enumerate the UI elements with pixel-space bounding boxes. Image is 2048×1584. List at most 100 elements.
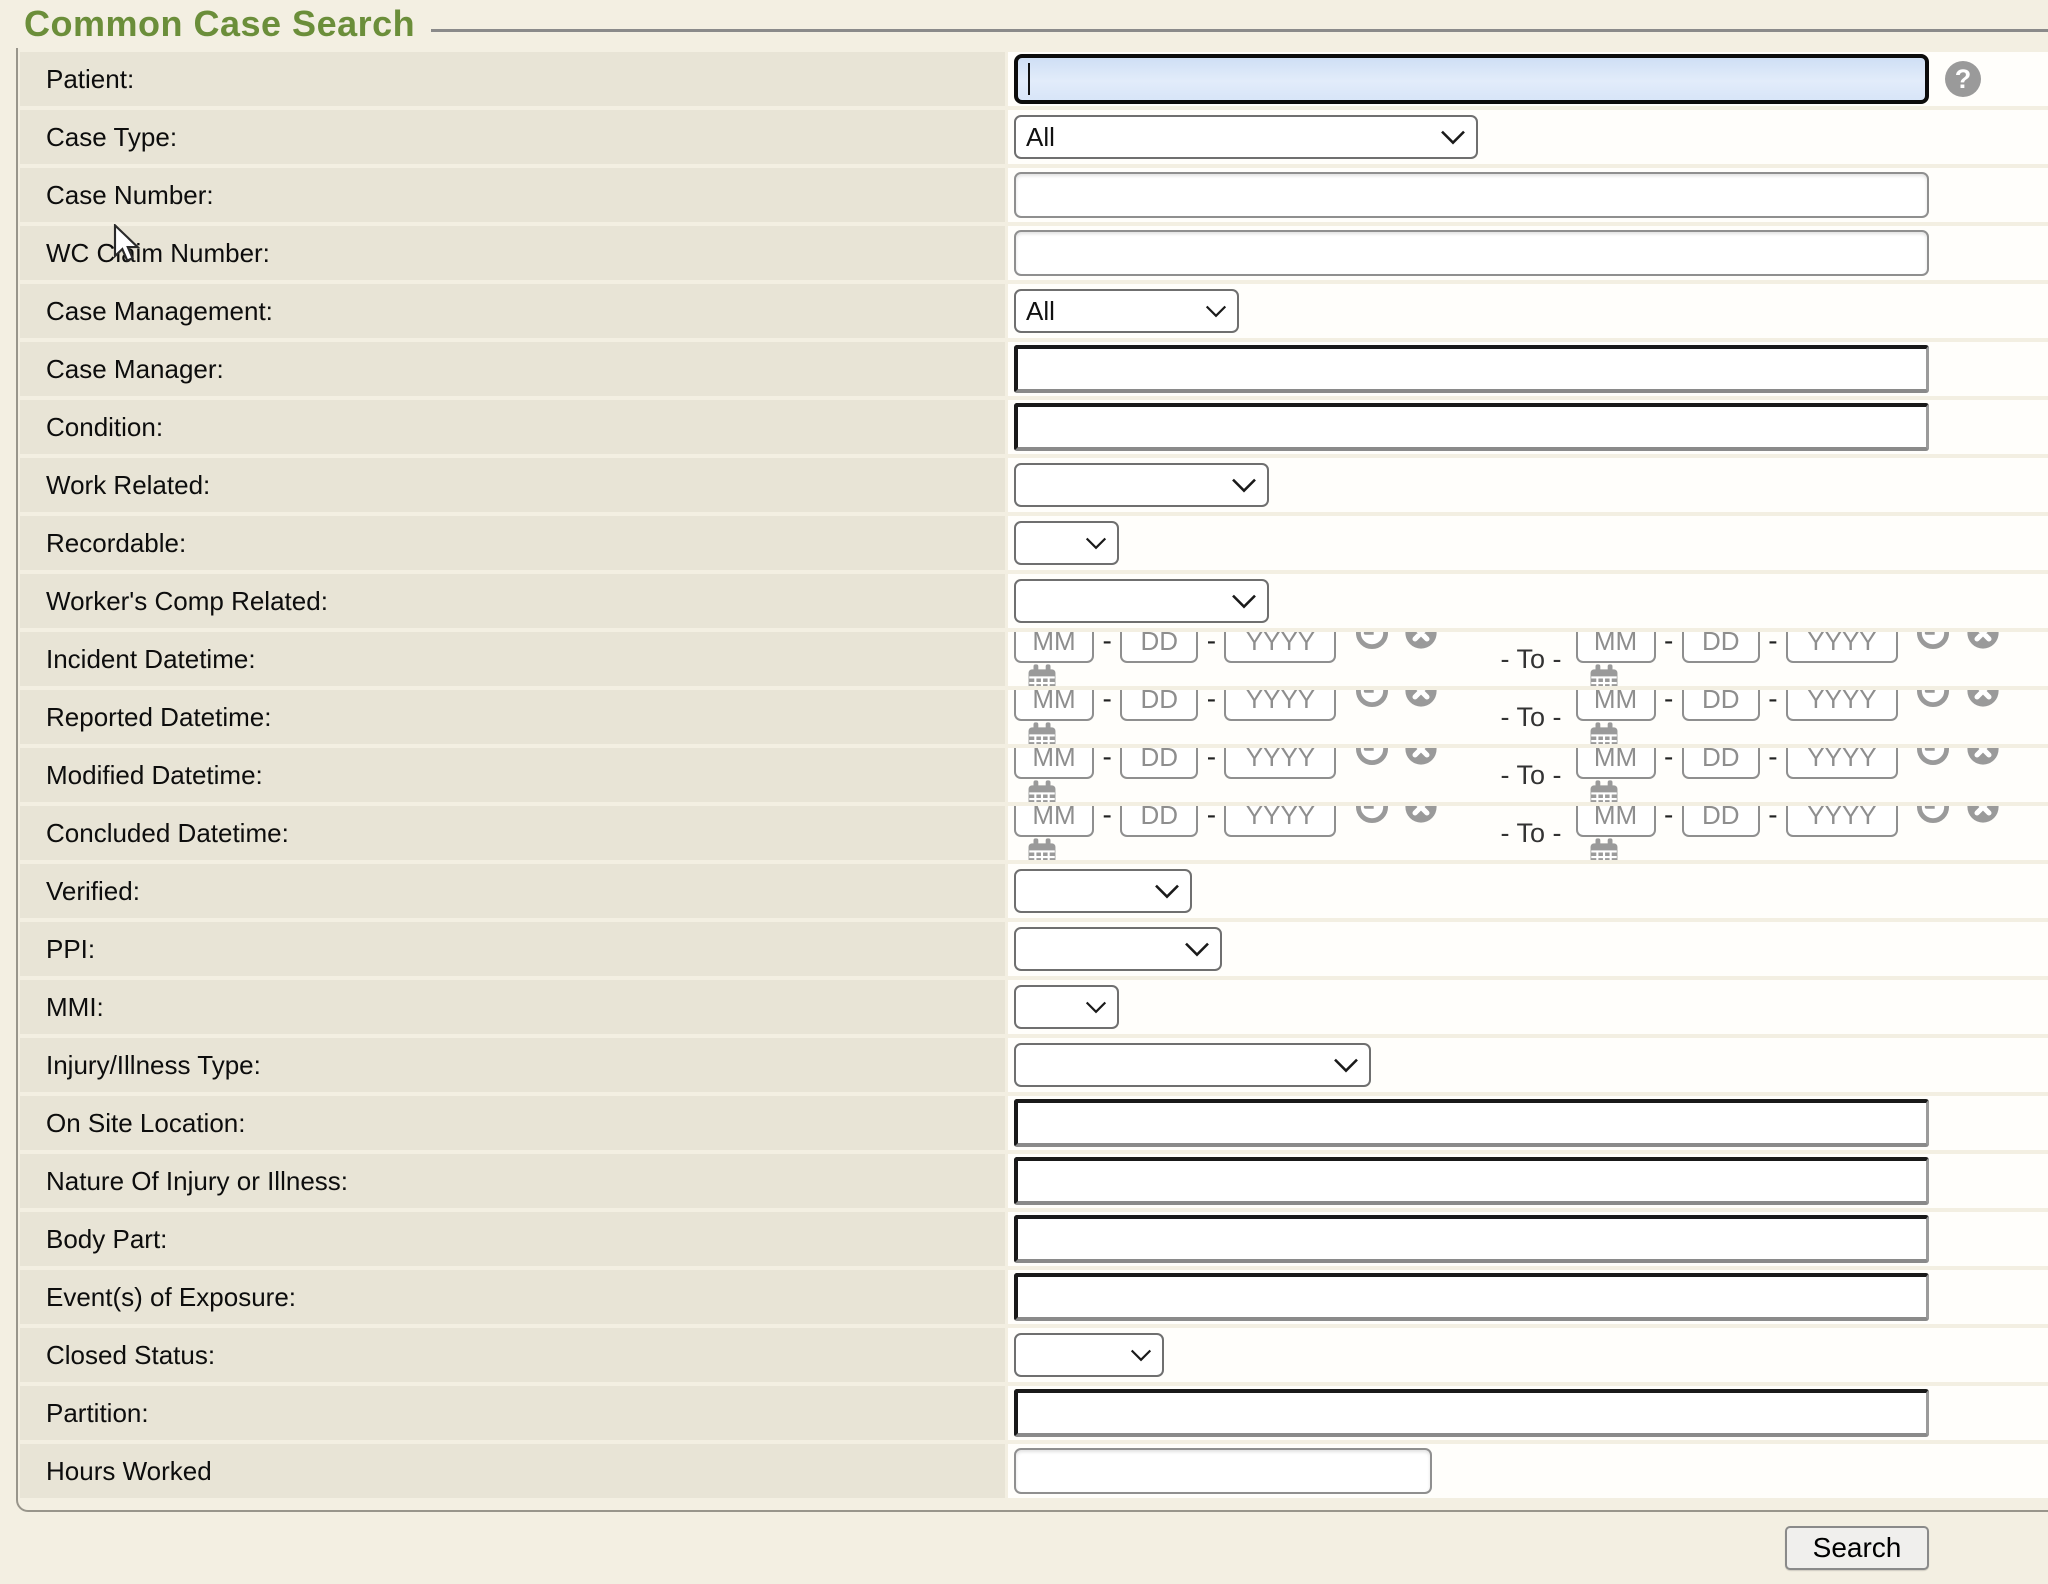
common-case-search-page: { "page": { "title": "Common Case Search…: [0, 0, 2048, 1582]
case-management-select[interactable]: All: [1014, 289, 1239, 333]
chevron-down-icon: [1440, 130, 1466, 146]
modified-start-clock-icon[interactable]: [1355, 748, 1389, 766]
chevron-down-icon: [1184, 942, 1210, 958]
reported-start-calendar-icon[interactable]: [1025, 721, 1059, 744]
reported-end-year-input[interactable]: [1786, 690, 1898, 721]
reported-end-month-input[interactable]: [1576, 690, 1656, 721]
reported-end-clock-icon[interactable]: [1916, 690, 1950, 708]
incident-start-day-input[interactable]: [1120, 632, 1198, 663]
reported-end-date-group: - -: [1576, 690, 2048, 744]
condition-label: Condition:: [46, 412, 163, 443]
reported-start-day-input[interactable]: [1120, 690, 1198, 721]
reported-end-calendar-icon[interactable]: [1587, 721, 1621, 744]
form-row-ppi: PPI:: [20, 922, 2048, 976]
incident-end-month-input[interactable]: [1576, 632, 1656, 663]
concluded-end-month-input[interactable]: [1576, 806, 1656, 837]
modified-end-year-input[interactable]: [1786, 748, 1898, 779]
concluded-start-clock-icon[interactable]: [1355, 806, 1389, 824]
form-row-incident-datetime: Incident Datetime: - -: [20, 632, 2048, 686]
concluded-start-day-input[interactable]: [1120, 806, 1198, 837]
incident-end-clock-icon[interactable]: [1916, 632, 1950, 650]
hours-worked-label: Hours Worked: [46, 1456, 212, 1487]
incident-end-day-input[interactable]: [1682, 632, 1760, 663]
reported-end-day-input[interactable]: [1682, 690, 1760, 721]
to-separator: - To -: [1500, 702, 1561, 733]
form-row-condition: Condition:: [20, 400, 2048, 454]
case-type-label: Case Type:: [46, 122, 177, 153]
injury-illness-type-select[interactable]: [1014, 1043, 1371, 1087]
events-of-exposure-input[interactable]: [1014, 1273, 1929, 1321]
concluded-end-year-input[interactable]: [1786, 806, 1898, 837]
modified-datetime-label: Modified Datetime:: [46, 760, 263, 791]
wc-claim-number-label: WC Claim Number:: [46, 238, 270, 269]
reported-start-clear-icon[interactable]: [1404, 690, 1438, 708]
incident-end-year-input[interactable]: [1786, 632, 1898, 663]
form-row-patient: Patient: ?: [20, 52, 2048, 106]
modified-start-calendar-icon[interactable]: [1025, 779, 1059, 802]
incident-start-clock-icon[interactable]: [1355, 632, 1389, 650]
work-related-select[interactable]: [1014, 463, 1269, 507]
form-row-reported-datetime: Reported Datetime: - -: [20, 690, 2048, 744]
help-icon[interactable]: ?: [1945, 61, 1981, 97]
search-form-panel: Patient: ? Case Type: All Case Number: W…: [16, 48, 2048, 1512]
modified-start-clear-icon[interactable]: [1404, 748, 1438, 766]
modified-end-month-input[interactable]: [1576, 748, 1656, 779]
incident-start-clear-icon[interactable]: [1404, 632, 1438, 650]
nature-of-injury-input[interactable]: [1014, 1157, 1929, 1205]
verified-select[interactable]: [1014, 869, 1192, 913]
partition-input[interactable]: [1014, 1389, 1929, 1437]
concluded-start-clear-icon[interactable]: [1404, 806, 1438, 824]
reported-start-clock-icon[interactable]: [1355, 690, 1389, 708]
workers-comp-related-select[interactable]: [1014, 579, 1269, 623]
modified-start-year-input[interactable]: [1224, 748, 1336, 779]
case-number-input[interactable]: [1014, 172, 1929, 218]
modified-start-month-input[interactable]: [1014, 748, 1094, 779]
chevron-down-icon: [1231, 478, 1257, 494]
form-row-verified: Verified:: [20, 864, 2048, 918]
incident-end-date-group: - -: [1576, 632, 2048, 686]
case-type-select[interactable]: All: [1014, 115, 1478, 159]
chevron-down-icon: [1130, 1349, 1152, 1363]
case-manager-input[interactable]: [1014, 345, 1929, 393]
reported-start-year-input[interactable]: [1224, 690, 1336, 721]
modified-end-clear-icon[interactable]: [1966, 748, 2000, 766]
closed-status-select[interactable]: [1014, 1333, 1164, 1377]
modified-start-day-input[interactable]: [1120, 748, 1198, 779]
concluded-end-clear-icon[interactable]: [1966, 806, 2000, 824]
concluded-start-month-input[interactable]: [1014, 806, 1094, 837]
concluded-start-calendar-icon[interactable]: [1025, 837, 1059, 860]
incident-start-year-input[interactable]: [1224, 632, 1336, 663]
concluded-end-day-input[interactable]: [1682, 806, 1760, 837]
incident-start-calendar-icon[interactable]: [1025, 663, 1059, 686]
concluded-end-calendar-icon[interactable]: [1587, 837, 1621, 860]
concluded-end-clock-icon[interactable]: [1916, 806, 1950, 824]
recordable-select[interactable]: [1014, 521, 1119, 565]
ppi-select[interactable]: [1014, 927, 1222, 971]
search-button[interactable]: Search: [1785, 1526, 1929, 1570]
concluded-start-year-input[interactable]: [1224, 806, 1336, 837]
on-site-location-input[interactable]: [1014, 1099, 1929, 1147]
form-row-work-related: Work Related:: [20, 458, 2048, 512]
nature-of-injury-label: Nature Of Injury or Illness:: [46, 1166, 348, 1197]
modified-end-day-input[interactable]: [1682, 748, 1760, 779]
fieldset-top-border: [431, 29, 2048, 32]
wc-claim-number-input[interactable]: [1014, 230, 1929, 276]
incident-end-calendar-icon[interactable]: [1587, 663, 1621, 686]
patient-input[interactable]: [1014, 54, 1929, 104]
form-footer: Search: [0, 1512, 2048, 1584]
mmi-select[interactable]: [1014, 985, 1119, 1029]
reported-end-clear-icon[interactable]: [1966, 690, 2000, 708]
form-row-on-site-location: On Site Location:: [20, 1096, 2048, 1150]
form-row-closed-status: Closed Status:: [20, 1328, 2048, 1382]
incident-end-clear-icon[interactable]: [1966, 632, 2000, 650]
reported-start-month-input[interactable]: [1014, 690, 1094, 721]
modified-end-clock-icon[interactable]: [1916, 748, 1950, 766]
body-part-input[interactable]: [1014, 1215, 1929, 1263]
concluded-datetime-label: Concluded Datetime:: [46, 818, 289, 849]
on-site-location-label: On Site Location:: [46, 1108, 245, 1139]
form-row-hours-worked: Hours Worked: [20, 1444, 2048, 1498]
condition-input[interactable]: [1014, 403, 1929, 451]
modified-end-calendar-icon[interactable]: [1587, 779, 1621, 802]
incident-start-month-input[interactable]: [1014, 632, 1094, 663]
hours-worked-input[interactable]: [1014, 1448, 1432, 1494]
